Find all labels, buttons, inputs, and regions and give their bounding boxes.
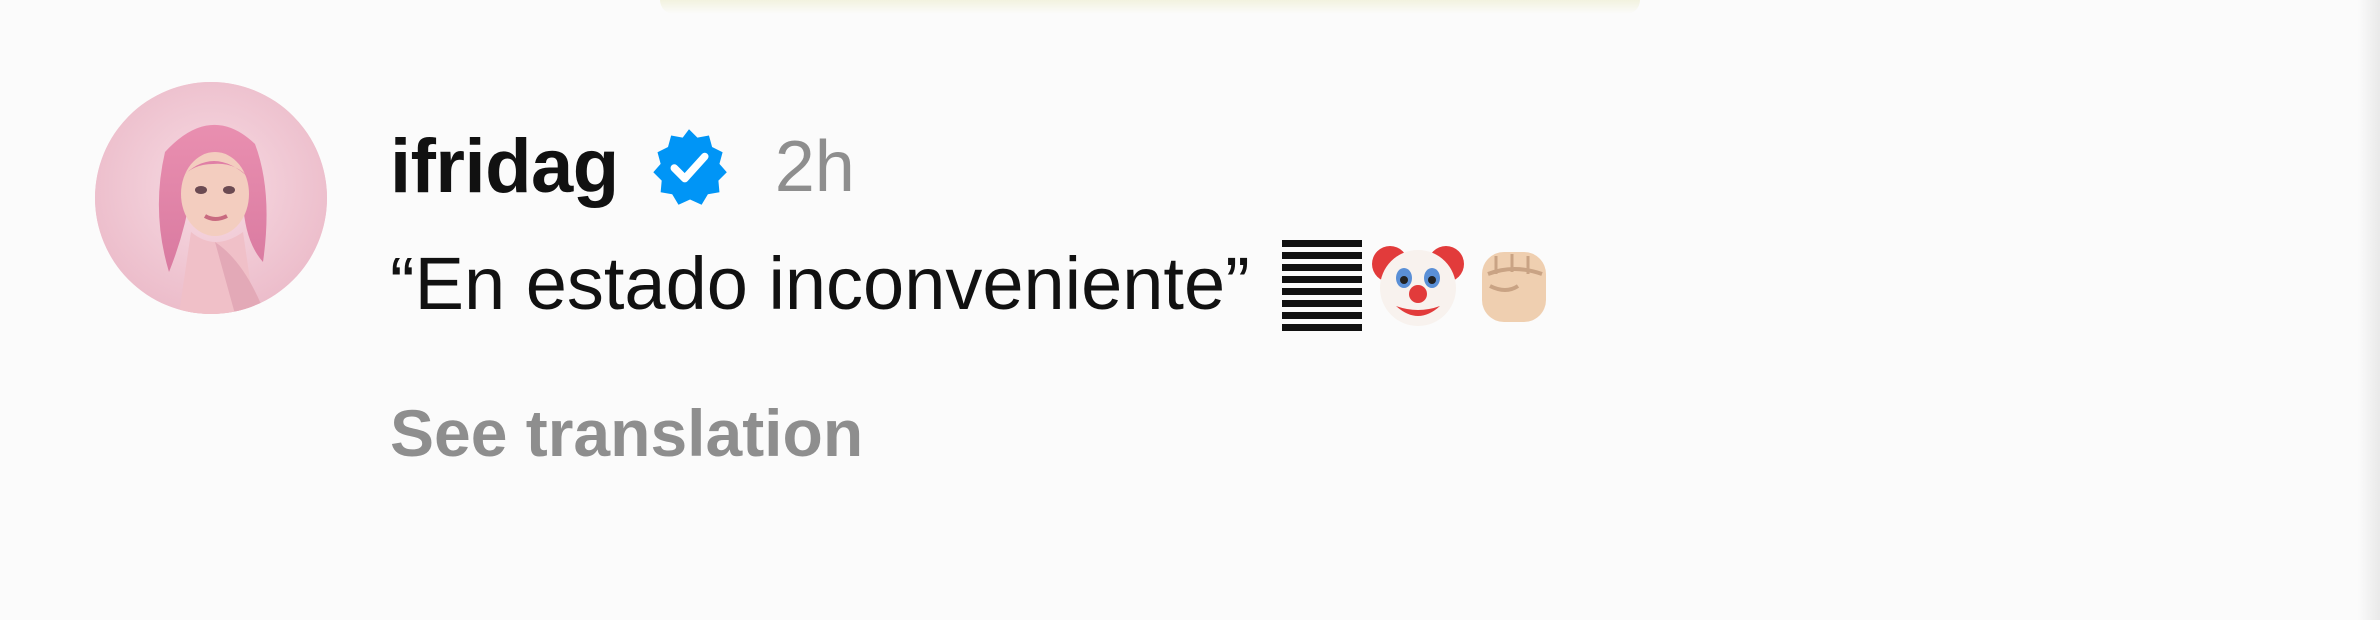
comment-text: “En estado inconveniente” [390,242,1250,325]
username[interactable]: ifridag [390,129,619,205]
clown-face-icon [1370,234,1466,334]
avatar-photo [95,82,327,314]
top-glow [660,0,1640,14]
see-translation-link[interactable]: See translation [390,400,863,466]
raised-fist-icon [1466,234,1562,334]
comment-body: “En estado inconveniente” [390,224,1562,344]
comment-item: ifridag 2h “En estado inconveniente” See… [95,82,2295,522]
right-edge-shadow [2358,0,2380,620]
timestamp: 2h [774,127,855,207]
verified-badge-icon [647,125,731,209]
comment-header: ifridag 2h [390,112,855,222]
wavy-lines-icon [1274,234,1370,334]
emoji-group [1274,234,1562,334]
avatar[interactable] [95,82,327,314]
comment-screenshot: ifridag 2h “En estado inconveniente” See… [0,0,2380,620]
